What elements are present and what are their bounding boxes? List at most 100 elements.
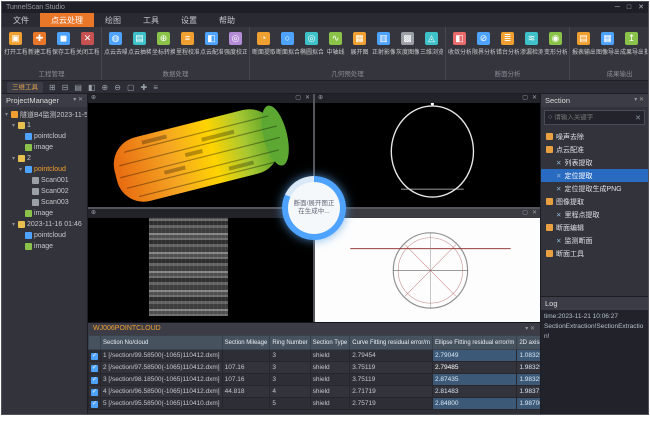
row-checkbox-icon[interactable]: ✓	[91, 353, 98, 360]
row-checkbox-cell[interactable]: ✓	[89, 350, 101, 362]
menu-tab-0[interactable]: 文件	[2, 13, 40, 27]
ribbon-button[interactable]: ✚新建工程	[28, 29, 51, 69]
quickbar-icon-5[interactable]: ⊖	[114, 81, 121, 94]
table-row[interactable]: ✓3 [/section/98.18500(-1065)110412.dxm]1…	[89, 374, 541, 386]
ribbon-button[interactable]: ▩灰度图像	[396, 29, 419, 69]
ribbon-button[interactable]: ▦图像导出	[596, 29, 619, 69]
row-checkbox-cell[interactable]: ✓	[89, 362, 101, 374]
ribbon-button[interactable]: ◍点云去噪	[104, 29, 127, 69]
tree-item-8[interactable]: Scan003	[2, 197, 87, 208]
section-item-2[interactable]: ✕列表提取	[541, 156, 648, 169]
ribbon-button[interactable]: ◎椭圆拟合	[300, 29, 323, 69]
viewport-3d-pointcloud[interactable]: ⊕▢✕	[88, 94, 313, 207]
ribbon-button[interactable]: ≣错台分析	[496, 29, 519, 69]
viewport-close-icon[interactable]: ✕	[532, 209, 537, 218]
section-item-1[interactable]: 点云配准	[541, 143, 648, 156]
menu-tab-2[interactable]: 绘图	[94, 13, 132, 27]
maximize-button[interactable]: □	[627, 2, 631, 13]
menu-tab-3[interactable]: 工具	[132, 13, 170, 27]
table-row[interactable]: ✓2 [/section/97.58500(-1065)110412.dxm]1…	[89, 362, 541, 374]
menu-tab-1[interactable]: 点云处理	[40, 13, 94, 27]
viewport-axis-icon[interactable]: ⊕	[91, 94, 96, 103]
ribbon-button[interactable]: ◎强度校正	[224, 29, 247, 69]
quickbar-icon-3[interactable]: ◧	[88, 81, 96, 94]
ribbon-button[interactable]: ✕关闭工程	[76, 29, 99, 69]
table-col-header-2[interactable]: Section Mileage	[222, 336, 270, 350]
row-checkbox-cell[interactable]: ✓	[89, 386, 101, 398]
ribbon-button[interactable]: ⊕坐标转换	[152, 29, 175, 69]
panel-header-icons[interactable]: ▾ ✕	[73, 94, 83, 107]
section-item-3[interactable]: ✕定位提取	[541, 169, 648, 182]
quickbar-icon-4[interactable]: ⊕	[102, 81, 109, 94]
ribbon-button[interactable]: ≋渗漏检测	[520, 29, 543, 69]
section-item-8[interactable]: ✕监测断面	[541, 234, 648, 247]
ribbon-button[interactable]: ◧收敛分析	[448, 29, 471, 69]
ribbon-button[interactable]: ▤点云抽稀	[128, 29, 151, 69]
tree-item-5[interactable]: ▾pointcloud	[2, 164, 87, 175]
row-checkbox-icon[interactable]: ✓	[91, 401, 98, 408]
table-col-header-0[interactable]	[89, 336, 101, 350]
ribbon-button[interactable]: ≡里程校准	[176, 29, 199, 69]
quickbar-icon-7[interactable]: ✚	[141, 81, 148, 94]
tree-item-6[interactable]: Scan001	[2, 175, 87, 186]
ribbon-button[interactable]: ▦展开图	[348, 29, 371, 69]
ribbon-button[interactable]: ▣打开工程	[4, 29, 27, 69]
ribbon-button[interactable]: ◉变形分析	[544, 29, 567, 69]
ribbon-button[interactable]: ◬三维浏览	[420, 29, 443, 69]
tree-item-1[interactable]: ▾1	[2, 120, 87, 131]
section-panel-header-icons[interactable]: ▾ ✕	[634, 94, 644, 107]
ribbon-button[interactable]: ↥成果导出	[620, 29, 643, 69]
tree-item-3[interactable]: image	[2, 142, 87, 153]
tree-item-4[interactable]: ▾2	[2, 153, 87, 164]
table-col-header-4[interactable]: Section Type	[310, 336, 350, 350]
close-button[interactable]: ✕	[638, 2, 644, 13]
viewport-intensity-image[interactable]: ⊕▢✕	[88, 209, 313, 322]
tree-item-12[interactable]: image	[2, 241, 87, 252]
ribbon-button[interactable]: ○断面拟合	[276, 29, 299, 69]
section-item-7[interactable]: 断面编辑	[541, 221, 648, 234]
row-checkbox-icon[interactable]: ✓	[91, 365, 98, 372]
tree-item-0[interactable]: ▾隧道B4监测2023-11-5	[2, 109, 87, 120]
table-row[interactable]: ✓4 [/section/96.58500(-1065)110412.dxm]4…	[89, 386, 541, 398]
minimize-button[interactable]: ─	[615, 2, 620, 13]
ribbon-button[interactable]: ∿中轴线	[324, 29, 347, 69]
quickbar-icon-8[interactable]: ≡	[153, 81, 158, 94]
table-row[interactable]: ✓1 [/section/99.58500(-1065)110412.dxm]3…	[89, 350, 541, 362]
ribbon-button[interactable]: ◔断面提取	[252, 29, 275, 69]
menu-tab-5[interactable]: 帮助	[208, 13, 246, 27]
tree-item-7[interactable]: Scan002	[2, 186, 87, 197]
search-clear-icon[interactable]: ✕	[635, 114, 641, 122]
results-table-wrap[interactable]: Section No/cloudSection MileageRing Numb…	[88, 335, 540, 414]
view-mode-chip[interactable]: 三维工具	[7, 82, 43, 93]
results-table-title-icons[interactable]: ▾ ✕	[525, 323, 535, 335]
quickbar-icon-6[interactable]: ▢	[127, 81, 135, 94]
quickbar-icon-2[interactable]: ▤	[74, 81, 82, 94]
tree-item-11[interactable]: pointcloud	[2, 230, 87, 241]
ribbon-button[interactable]: ▥正射影像	[372, 29, 395, 69]
log-output[interactable]: time:2023-11-21 10:06:27SectionExtractio…	[541, 310, 648, 414]
viewport-section-outline[interactable]: ⊕▢✕	[315, 94, 540, 207]
row-checkbox-cell[interactable]: ✓	[89, 374, 101, 386]
row-checkbox-icon[interactable]: ✓	[91, 377, 98, 384]
table-col-header-3[interactable]: Ring Number	[270, 336, 310, 350]
tree-item-9[interactable]: image	[2, 208, 87, 219]
table-col-header-5[interactable]: Curve Fitting residual error/m	[350, 336, 433, 350]
section-item-6[interactable]: ✕里程点提取	[541, 208, 648, 221]
section-item-4[interactable]: ✕定位提取生成PNG	[541, 182, 648, 195]
quickbar-icon-0[interactable]: ⊞	[49, 81, 56, 94]
viewport-close-icon[interactable]: ✕	[532, 94, 537, 103]
row-checkbox-icon[interactable]: ✓	[91, 389, 98, 396]
table-col-header-7[interactable]: 2D axis(%)	[517, 336, 540, 350]
ribbon-button[interactable]: ◼保存工程	[52, 29, 75, 69]
viewport-close-icon[interactable]: ✕	[305, 94, 310, 103]
table-col-header-6[interactable]: Ellipse Fitting residual error/m	[432, 336, 516, 350]
viewport-maximize-icon[interactable]: ▢	[522, 94, 528, 103]
table-col-header-1[interactable]: Section No/cloud	[101, 336, 223, 350]
ribbon-button[interactable]: ◧点云配准	[200, 29, 223, 69]
viewport-axis-icon[interactable]: ⊕	[91, 209, 96, 218]
ribbon-button[interactable]: ⊘限界分析	[472, 29, 495, 69]
tree-item-10[interactable]: ▾2023-11-16 01:46	[2, 219, 87, 230]
menu-tab-4[interactable]: 设置	[170, 13, 208, 27]
viewport-maximize-icon[interactable]: ▢	[522, 209, 528, 218]
ribbon-button[interactable]: ▤报表输出	[572, 29, 595, 69]
